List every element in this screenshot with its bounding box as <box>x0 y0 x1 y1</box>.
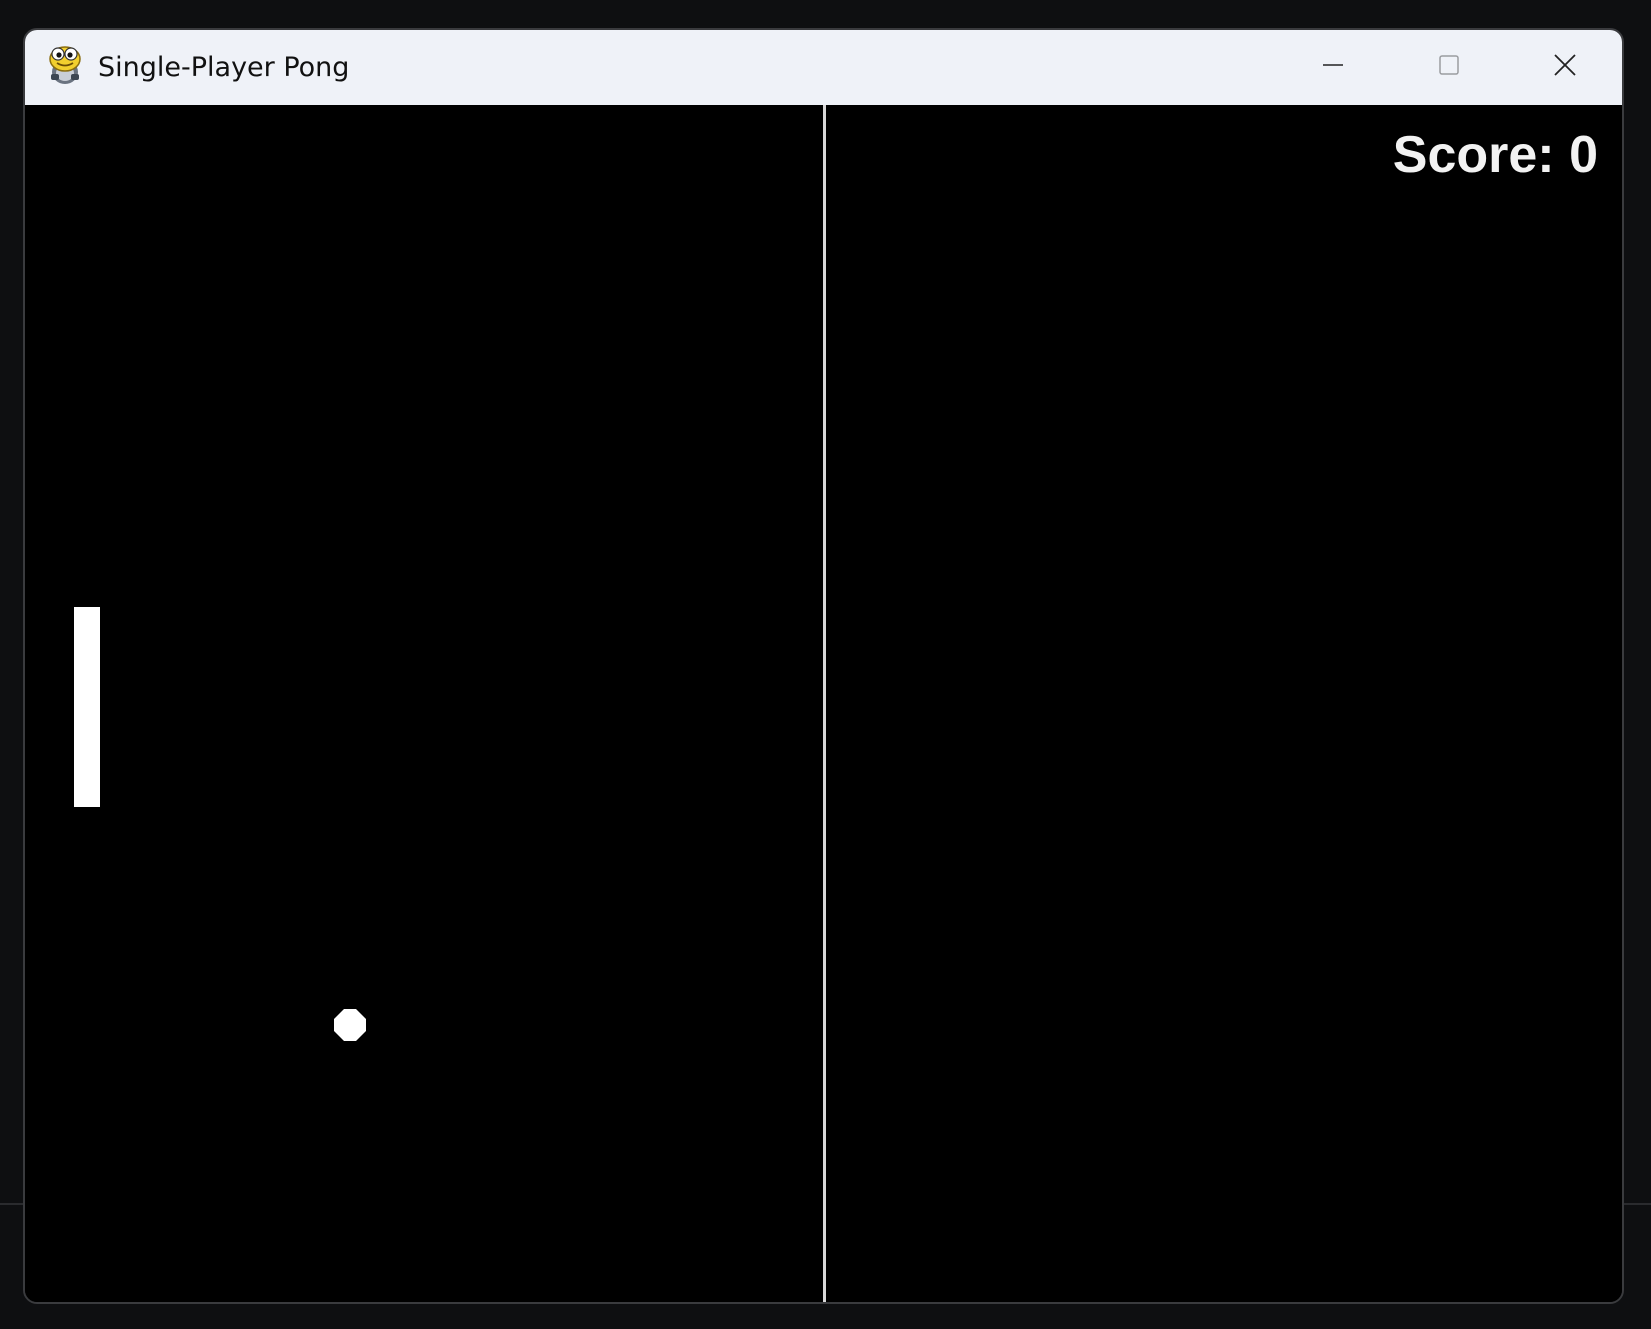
game-window: Single-Player Pong Score: 0 <box>23 28 1624 1304</box>
center-net-line <box>823 105 826 1302</box>
desktop: Single-Player Pong Score: 0 <box>0 0 1651 1329</box>
score-display: Score: 0 <box>1392 126 1598 184</box>
window-title: Single-Player Pong <box>98 52 350 83</box>
close-icon <box>1553 53 1577 82</box>
game-canvas[interactable]: Score: 0 <box>25 105 1622 1302</box>
maximize-icon <box>1438 54 1460 81</box>
maximize-button[interactable] <box>1391 30 1507 105</box>
ball <box>334 1009 366 1041</box>
close-button[interactable] <box>1507 30 1622 105</box>
minimize-icon <box>1322 54 1344 81</box>
pygame-snake-icon <box>45 44 85 86</box>
player-paddle <box>74 607 100 807</box>
minimize-button[interactable] <box>1275 30 1391 105</box>
title-bar[interactable]: Single-Player Pong <box>25 30 1622 105</box>
